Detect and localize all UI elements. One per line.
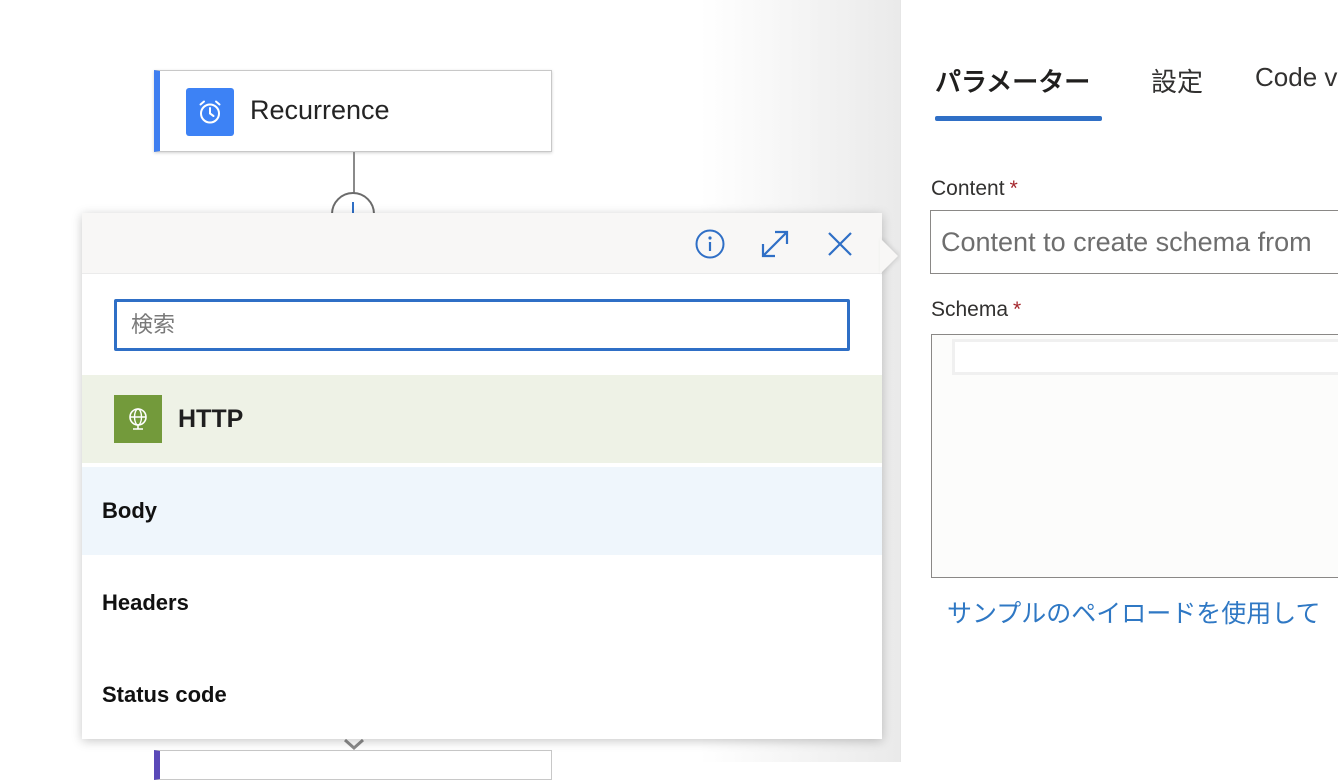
next-action-card[interactable] (154, 750, 552, 780)
flyout-header (82, 213, 882, 274)
flyout-pointer (880, 238, 898, 274)
content-label-text: Content (931, 177, 1005, 200)
content-label: Content * (931, 177, 1018, 201)
schema-label-text: Schema (931, 298, 1009, 321)
tab-code-view[interactable]: Code view (1255, 62, 1338, 93)
close-icon[interactable] (823, 227, 857, 261)
schema-editor[interactable] (931, 334, 1338, 578)
trigger-title: Recurrence (250, 95, 390, 125)
use-sample-payload-link[interactable]: サンプルのペイロードを使用して (947, 594, 1321, 630)
expand-icon[interactable] (758, 227, 792, 261)
required-mark: * (1009, 177, 1018, 200)
schema-label: Schema * (931, 298, 1021, 322)
tab-settings[interactable]: 設定 (1151, 62, 1203, 99)
required-mark: * (1013, 298, 1022, 321)
dynamic-content-flyout: HTTP Body Headers Status code (82, 213, 882, 739)
alarm-clock-icon (186, 88, 234, 136)
active-tab-indicator (935, 116, 1102, 121)
token-headers[interactable]: Headers (82, 559, 882, 647)
token-body[interactable]: Body (82, 467, 882, 555)
arrow-down-icon (344, 738, 364, 750)
globe-icon (114, 395, 162, 443)
recurrence-trigger-card[interactable]: Recurrence (154, 70, 552, 152)
content-field[interactable] (930, 210, 1338, 274)
search-input[interactable] (117, 302, 847, 348)
http-group-header[interactable]: HTTP (82, 375, 882, 463)
search-box[interactable] (114, 299, 850, 351)
content-input[interactable] (931, 211, 1338, 273)
tab-parameters[interactable]: パラメーター (935, 62, 1090, 99)
action-details-panel: パラメーター 設定 Code view Content* Schema* サンプ… (900, 0, 1338, 762)
info-icon[interactable] (693, 227, 727, 261)
group-title: HTTP (178, 405, 244, 433)
schema-editor-line[interactable] (952, 339, 1338, 375)
token-status-code[interactable]: Status code (82, 651, 882, 739)
